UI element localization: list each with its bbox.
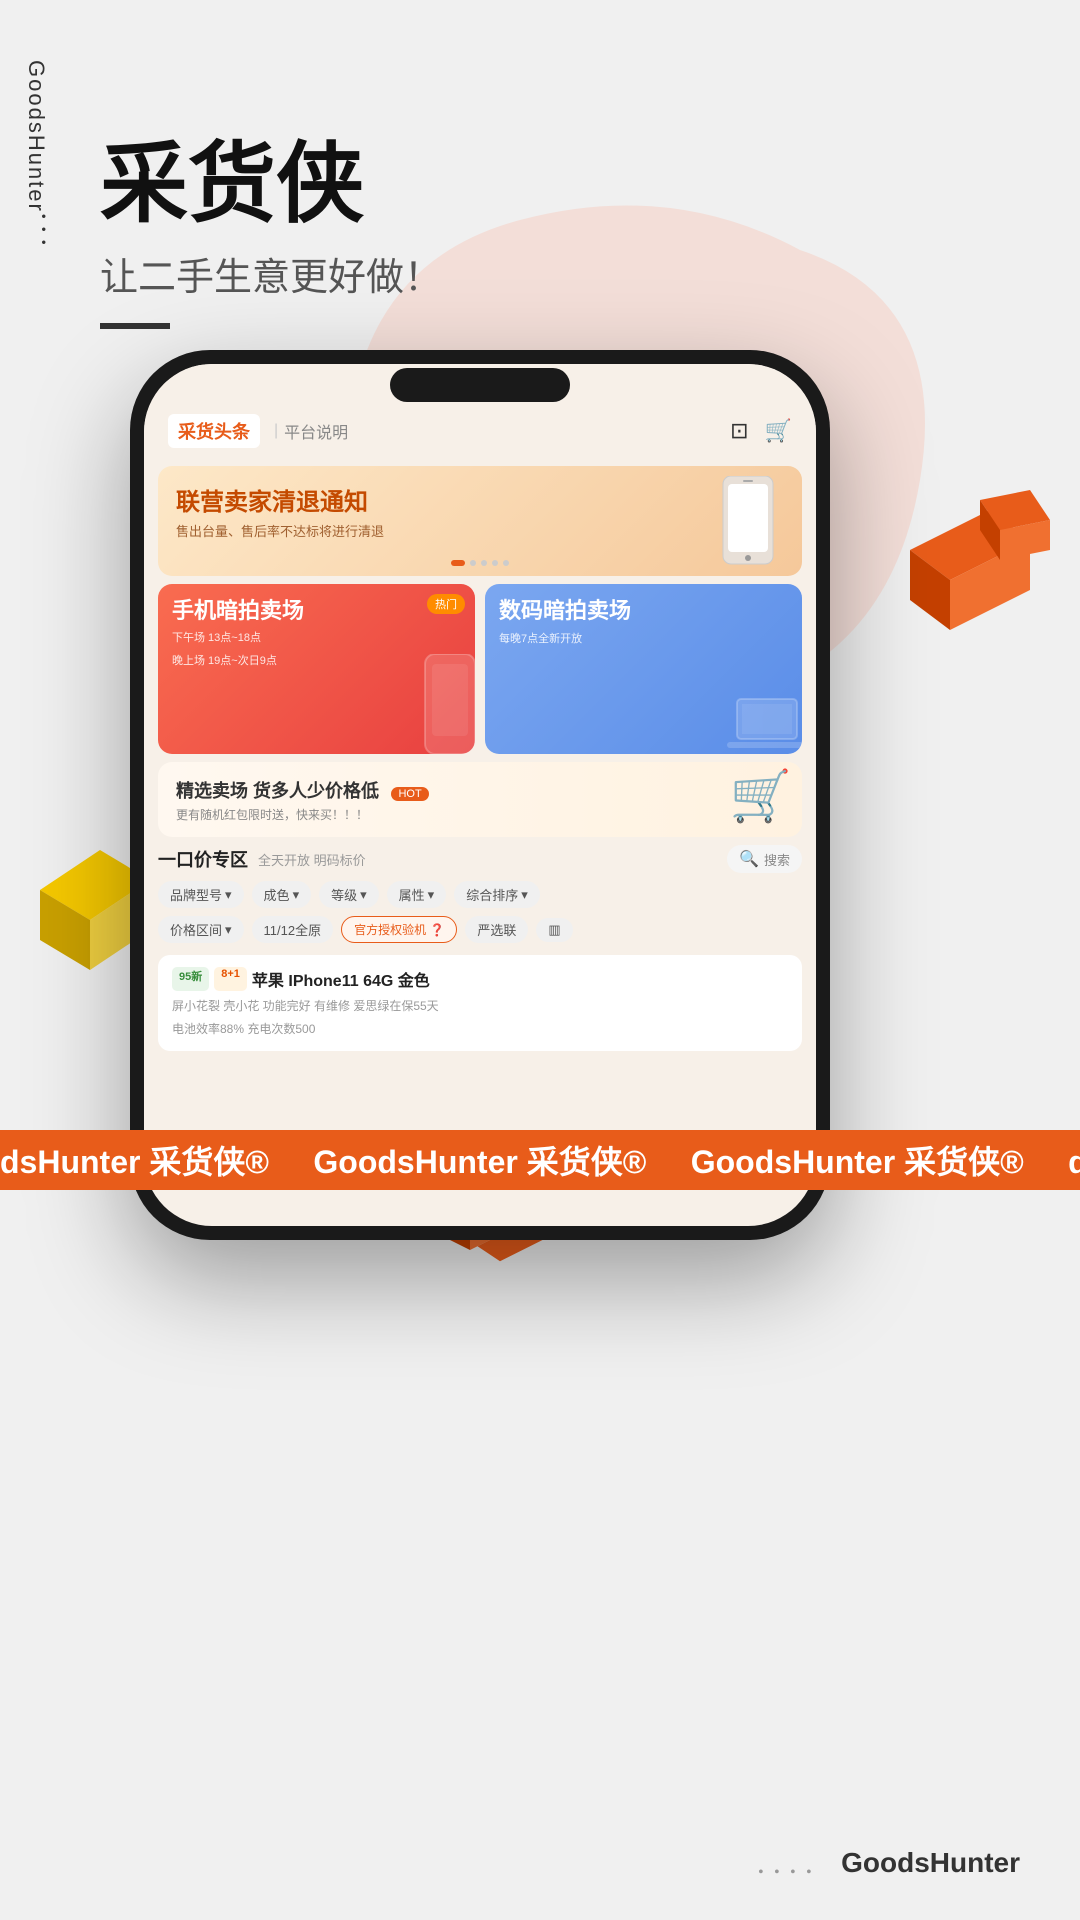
- scan-icon[interactable]: ⊡: [730, 418, 748, 444]
- product-attrs-line2: 电池效率88% 充电次数500: [172, 1020, 788, 1039]
- bottom-banner-text: dsHunter 采货侠® GoodsHunter 采货侠® GoodsHunt…: [0, 1137, 1080, 1183]
- banner-title: 联营卖家清退通知: [176, 482, 784, 517]
- banner-phone-illustration: [708, 476, 788, 566]
- filter-attribute[interactable]: 属性 ▾: [387, 881, 447, 908]
- phone-notch: [390, 368, 570, 402]
- fixed-price-header: 一口价专区 全天开放 明码标价 🔍 搜索: [158, 845, 802, 873]
- product-item[interactable]: 95新 8+1 苹果 IPhone11 64G 金色 屏小花裂 壳小花 功能完好…: [158, 955, 802, 1051]
- vertical-brand-text: GoodsHunter．．．: [20, 60, 52, 263]
- digital-auction-title: 数码暗拍卖场: [499, 598, 788, 624]
- nav-tab-platform[interactable]: 平台说明: [284, 419, 348, 443]
- search-icon: 🔍: [739, 849, 759, 869]
- phone-auction-desc2: 晚上场 19点~次日9点: [172, 653, 461, 670]
- filter-condition[interactable]: 成色 ▾: [252, 881, 312, 908]
- title-dash: [100, 323, 170, 329]
- filter-strict[interactable]: 严选联: [465, 916, 528, 943]
- filter-row-2: 价格区间 ▾ 11/12全原 官方授权验机 ❓ 严选联 ▥: [144, 912, 816, 947]
- title-area: 采货侠 让二手生意更好做！: [100, 140, 442, 329]
- phone-screen: 采货头条 | 平台说明 ⊡ 🛒 联营卖家清退通知 售出台量、售后率不达标将进行清…: [144, 364, 816, 1226]
- filter-1112[interactable]: 11/12全原: [252, 916, 334, 943]
- filter-grade[interactable]: 等级 ▾: [319, 881, 379, 908]
- filter-icon-extra[interactable]: ▥: [536, 918, 572, 942]
- hot-badge: 热门: [427, 594, 465, 614]
- tag-condition: 95新: [172, 967, 209, 991]
- phone-mockup: 采货头条 | 平台说明 ⊡ 🛒 联营卖家清退通知 售出台量、售后率不达标将进行清…: [130, 350, 830, 1240]
- nav-tab-headline[interactable]: 采货头条: [168, 414, 260, 448]
- sale-banner[interactable]: 精选卖场 货多人少价格低 HOT 更有随机红包限时送，快来买！！！ 🛒: [158, 762, 802, 837]
- sale-banner-title: 精选卖场 货多人少价格低 HOT: [176, 777, 429, 803]
- footer-dots: ．．．．: [755, 1845, 831, 1880]
- filter-certified[interactable]: 官方授权验机 ❓: [341, 916, 457, 943]
- banner-subtitle: 售出台量、售后率不达标将进行清退: [176, 521, 784, 540]
- sale-hot-badge: HOT: [391, 787, 428, 801]
- top-banner[interactable]: 联营卖家清退通知 售出台量、售后率不达标将进行清退: [158, 466, 802, 576]
- product-name: 苹果 IPhone11 64G 金色: [252, 967, 430, 991]
- main-title: 采货侠: [100, 140, 442, 228]
- footer-brand: GoodsHunter: [841, 1847, 1020, 1879]
- sale-cart-icon: 🛒: [730, 767, 792, 826]
- phone-auction-title: 手机暗拍卖场: [172, 598, 461, 624]
- subtitle: 让二手生意更好做！: [100, 246, 442, 301]
- fixed-price-title: 一口价专区: [158, 846, 248, 872]
- phone-auction-card[interactable]: 热门 手机暗拍卖场 下午场 13点~18点 晚上场 19点~次日9点: [158, 584, 475, 754]
- tag-battery: 8+1: [214, 967, 247, 991]
- auction-cards-row: 热门 手机暗拍卖场 下午场 13点~18点 晚上场 19点~次日9点 数码暗拍卖…: [158, 584, 802, 754]
- fixed-price-desc: 全天开放 明码标价: [258, 850, 366, 869]
- product-tags: 95新 8+1 苹果 IPhone11 64G 金色: [172, 967, 788, 991]
- search-button[interactable]: 🔍 搜索: [727, 845, 802, 873]
- nav-icons: ⊡ 🛒: [730, 418, 792, 444]
- decorative-block-orange-top: [890, 490, 1050, 650]
- filter-row-1: 品牌型号 ▾ 成色 ▾ 等级 ▾ 属性 ▾ 综合排序 ▾: [144, 877, 816, 912]
- footer: ．．．． GoodsHunter: [755, 1845, 1020, 1880]
- cart-icon[interactable]: 🛒: [765, 418, 792, 444]
- banner-dots: [451, 560, 509, 566]
- filter-sort[interactable]: 综合排序 ▾: [454, 881, 540, 908]
- filter-brand[interactable]: 品牌型号 ▾: [158, 881, 244, 908]
- bottom-scroll-banner: dsHunter 采货侠® GoodsHunter 采货侠® GoodsHunt…: [0, 1130, 1080, 1190]
- phone-auction-desc1: 下午场 13点~18点: [172, 630, 461, 647]
- sale-subtitle: 更有随机红包限时送，快来买！！！: [176, 806, 429, 823]
- filter-price-range[interactable]: 价格区间 ▾: [158, 916, 244, 943]
- search-label: 搜索: [764, 850, 790, 869]
- product-attrs-line1: 屏小花裂 壳小花 功能完好 有维修 爱思绿在保55天: [172, 997, 788, 1016]
- nav-divider: |: [274, 422, 278, 440]
- digital-auction-card[interactable]: 数码暗拍卖场 每晚7点全新开放: [485, 584, 802, 754]
- digital-auction-desc: 每晚7点全新开放: [499, 630, 788, 646]
